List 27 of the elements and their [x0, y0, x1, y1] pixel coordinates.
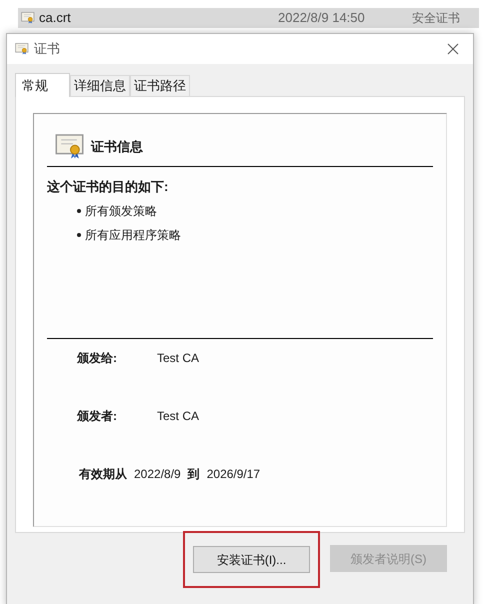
info-heading: 证书信息: [91, 138, 143, 156]
certificate-file-icon: [21, 12, 35, 24]
file-date: 2022/8/9 14:50: [278, 9, 366, 28]
field-value: Test CA: [157, 350, 200, 367]
field-label: 有效期从: [79, 466, 127, 483]
purpose-title: 这个证书的目的如下:: [47, 178, 170, 196]
dialog-button[interactable]: 安装证书(I)...: [193, 546, 310, 573]
window-title: 证书: [34, 40, 60, 58]
file-type: 安全证书: [412, 10, 460, 27]
field-label: 颁发给:: [77, 350, 118, 367]
file-row[interactable]: ca.crt 2022/8/9 14:50 安全证书: [18, 8, 479, 28]
field-value: Test CA: [157, 408, 200, 425]
tab[interactable]: 证书路径: [130, 75, 190, 96]
purpose-item: 所有颁发策略: [85, 203, 157, 220]
field-label: 到: [188, 466, 200, 483]
tab[interactable]: 详细信息: [70, 75, 130, 96]
field-value: 2026/9/17: [206, 466, 260, 483]
field-label: 颁发者:: [77, 408, 118, 425]
bullet-icon: [77, 233, 81, 237]
purpose-item: 所有应用程序策略: [85, 227, 181, 244]
close-icon: [447, 43, 459, 55]
bullet-icon: [77, 209, 81, 213]
tab[interactable]: 常规: [15, 73, 70, 97]
file-name: ca.crt: [39, 9, 71, 28]
field-value: 2022/8/9: [134, 466, 181, 483]
certificate-icon: [15, 43, 29, 55]
certificate-icon: [55, 134, 85, 160]
